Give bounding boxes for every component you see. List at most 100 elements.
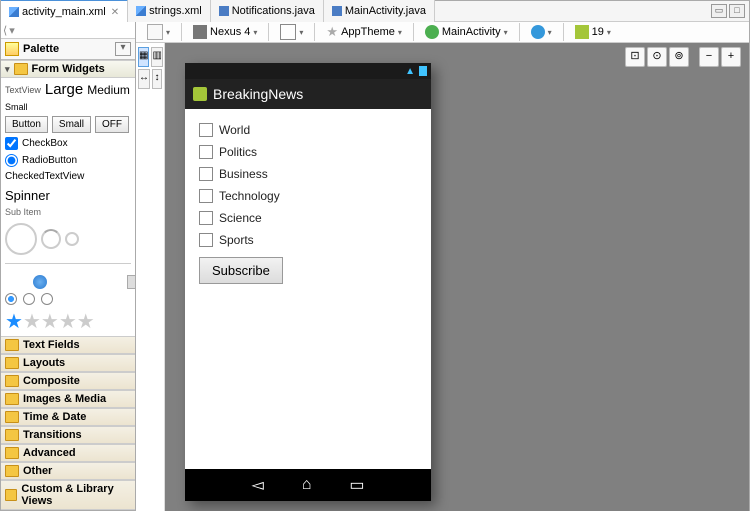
battery-icon [419, 66, 427, 76]
design-toolbar: ▾ Nexus 4▾ ▾ ★AppTheme▾ MainActivity▾ ▾ … [136, 22, 749, 43]
widget-button[interactable]: Button [5, 116, 48, 133]
minimize-button[interactable]: ▭ [711, 4, 727, 18]
star-icon: ★ [326, 24, 338, 40]
section-time-date[interactable]: Time & Date [1, 408, 135, 426]
section-label: Layouts [23, 357, 65, 369]
locale-dropdown[interactable]: ▾ [526, 23, 557, 41]
textview-label: TextView [5, 85, 41, 95]
palette-header: Palette ▾ [1, 39, 135, 60]
medium-text: Medium [87, 83, 130, 97]
zoom-100-button[interactable]: ⊙ [647, 47, 667, 67]
section-label: Images & Media [23, 393, 106, 405]
back-icon[interactable]: ⟨ [3, 24, 7, 37]
topic-politics[interactable]: Politics [199, 141, 417, 163]
checkbox-icon[interactable] [199, 189, 213, 203]
tab-activity-main-xml[interactable]: activity_main.xml✕ [1, 0, 128, 24]
tab-label: strings.xml [149, 5, 202, 17]
zoom-real-button[interactable]: ⊚ [669, 47, 689, 67]
checkbox-icon[interactable] [199, 211, 213, 225]
orientation-dropdown[interactable]: ▾ [275, 22, 308, 42]
topic-world[interactable]: World [199, 119, 417, 141]
device-canvas[interactable]: ▲ BreakingNews WorldPoliticsBusinessTech… [165, 43, 749, 511]
tab-strings-xml[interactable]: strings.xml [128, 0, 211, 22]
section-label: Other [23, 465, 52, 477]
widget-button-off[interactable]: OFF [95, 116, 129, 133]
topic-label: Science [219, 211, 262, 225]
activity-label: MainActivity [442, 26, 501, 38]
widget-subitem[interactable]: Sub Item [5, 207, 131, 217]
toggle-width-button[interactable]: ↔ [138, 69, 150, 89]
widget-checkedtextview[interactable]: CheckedTextView [5, 171, 131, 182]
close-icon[interactable]: ✕ [111, 7, 119, 18]
large-text: Large [45, 81, 83, 98]
section-composite[interactable]: Composite [1, 372, 135, 390]
section-advanced[interactable]: Advanced [1, 444, 135, 462]
widget-progress[interactable] [5, 223, 131, 255]
widget-button-small[interactable]: Small [52, 116, 91, 133]
section-label: Time & Date [23, 411, 86, 423]
java-file-icon [219, 6, 229, 16]
topic-label: Business [219, 167, 268, 181]
widget-checkbox[interactable]: CheckBox [5, 137, 68, 150]
activity-dropdown[interactable]: MainActivity▾ [420, 23, 513, 41]
section-form-widgets[interactable]: ▾Form Widgets [1, 60, 135, 78]
widget-radiobutton[interactable]: RadioButton [5, 154, 77, 167]
section-text-fields[interactable]: Text Fields [1, 336, 135, 354]
nav-back-icon[interactable]: ◅ [251, 475, 263, 495]
button-row[interactable]: ButtonSmallOFF [5, 116, 131, 133]
theme-dropdown[interactable]: ★AppTheme▾ [321, 22, 406, 42]
editor-tabs: activity_main.xml✕ strings.xml Notificat… [1, 1, 749, 22]
nav-recent-icon[interactable]: ▭ [349, 475, 364, 495]
section-other[interactable]: Other [1, 462, 135, 480]
java-file-icon [332, 6, 342, 16]
topic-business[interactable]: Business [199, 163, 417, 185]
tab-mainactivity-java[interactable]: MainActivity.java [324, 0, 435, 22]
device-dropdown[interactable]: Nexus 4▾ [188, 23, 262, 41]
config-dropdown[interactable]: ▾ [142, 22, 175, 42]
checkbox-icon[interactable] [199, 167, 213, 181]
zoom-out-button[interactable]: − [699, 47, 719, 67]
view-normal-button[interactable]: ▦ [138, 47, 149, 67]
section-layouts[interactable]: Layouts [1, 354, 135, 372]
history-icon[interactable]: ▾ [9, 24, 15, 37]
phone-preview: ▲ BreakingNews WorldPoliticsBusinessTech… [185, 63, 431, 501]
checkbox-icon[interactable] [199, 233, 213, 247]
phone-body[interactable]: WorldPolitics Business Technology Science Sp… [185, 109, 431, 469]
section-label: Text Fields [23, 339, 80, 351]
device-label: Nexus 4 [210, 26, 250, 38]
nav-home-icon[interactable]: ⌂ [302, 476, 312, 494]
theme-label: AppTheme [341, 26, 395, 38]
palette-panel: ⟨ ▾ Palette ▾ ▾Form Widgets TextView Lar… [1, 22, 136, 510]
widget-spinner[interactable]: Spinner [5, 188, 131, 203]
topic-sports[interactable]: Sports [199, 229, 417, 251]
checkbox-icon[interactable] [199, 123, 213, 137]
api-dropdown[interactable]: 19▾ [570, 23, 616, 41]
checkbox-icon[interactable] [199, 145, 213, 159]
zoom-tools: ⊡ ⊙ ⊚ − + [625, 47, 741, 67]
palette-menu-button[interactable]: ▾ [115, 42, 131, 56]
section-custom-library-views[interactable]: Custom & Library Views [1, 480, 135, 510]
widget-ratingbar[interactable]: ★★★★★ [5, 309, 131, 334]
maximize-button[interactable]: □ [729, 4, 745, 18]
section-label: Advanced [23, 447, 76, 459]
topic-technology[interactable]: Technology [199, 185, 417, 207]
small-text: Small [5, 102, 28, 112]
topic-science[interactable]: Science [199, 207, 417, 229]
tab-notifications-java[interactable]: Notifications.java [211, 0, 324, 22]
subscribe-button[interactable]: Subscribe [199, 257, 283, 284]
textview-row[interactable]: TextView Large Medium Small [5, 81, 131, 112]
checkbox-row[interactable]: CheckBox RadioButton [5, 137, 131, 167]
xml-file-icon [9, 7, 19, 17]
section-images-media[interactable]: Images & Media [1, 390, 135, 408]
tab-label: MainActivity.java [345, 5, 426, 17]
zoom-in-button[interactable]: + [721, 47, 741, 67]
view-outline-button[interactable]: ▥ [151, 47, 162, 67]
section-label: Transitions [23, 429, 82, 441]
section-transitions[interactable]: Transitions [1, 426, 135, 444]
toggle-height-button[interactable]: ↕ [152, 69, 162, 89]
phone-statusbar: ▲ [185, 63, 431, 79]
zoom-fit-button[interactable]: ⊡ [625, 47, 645, 67]
palette-icon [5, 42, 19, 56]
widget-radiogroup[interactable] [5, 293, 131, 305]
folder-icon [5, 357, 19, 369]
